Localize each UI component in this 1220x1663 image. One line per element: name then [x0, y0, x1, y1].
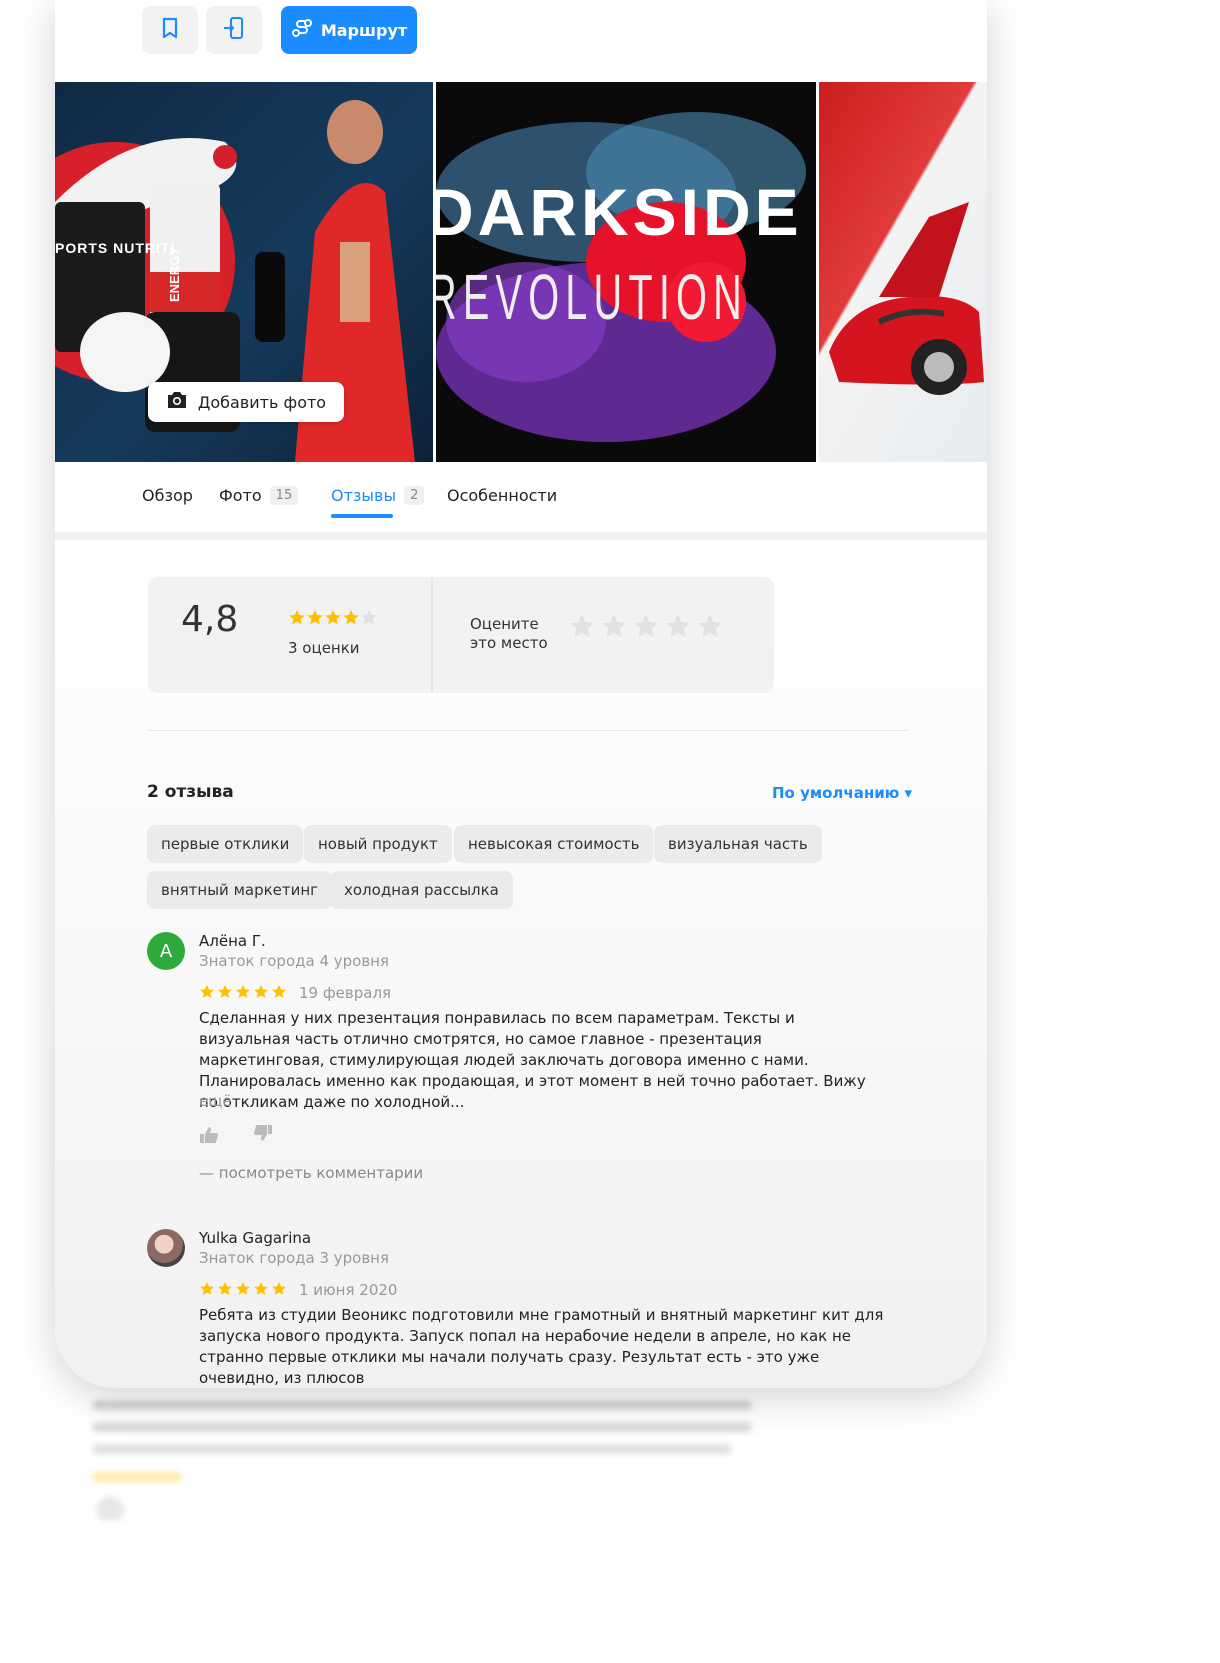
- dislike-icon[interactable]: [253, 1124, 273, 1146]
- tag-chip[interactable]: первые отклики: [147, 825, 304, 863]
- sort-dropdown[interactable]: По умолчанию ▾: [772, 784, 912, 802]
- reviewer-level: Знаток города 4 уровня: [199, 952, 390, 970]
- photo-darkside[interactable]: DARKSIDE REVOLUTION: [436, 82, 816, 462]
- review-date: 19 февраля: [299, 984, 392, 1002]
- star-icons: [289, 610, 377, 625]
- bookmark-icon: [160, 17, 180, 43]
- review-date: 1 июня 2020: [299, 1281, 398, 1299]
- photo-gallery: PORTS NUTRITI ENERGY Добавить фото DARKS…: [55, 82, 987, 462]
- avatar[interactable]: А: [147, 932, 185, 970]
- photo-subtitle-revolution: REVOLUTION: [436, 261, 748, 333]
- tab-count: 2: [404, 486, 425, 505]
- review-stars: [199, 1281, 291, 1297]
- add-photo-button[interactable]: Добавить фото: [148, 382, 344, 422]
- review-stars: [199, 984, 291, 1000]
- read-more-link[interactable]: ещё: [199, 1092, 232, 1110]
- rate-star-4-icon[interactable]: [664, 613, 692, 641]
- rate-star-1-icon[interactable]: [568, 613, 596, 641]
- review-item: А Алёна Г. Знаток города 4 уровня 19 фев…: [147, 932, 887, 1182]
- camera-icon: [166, 391, 188, 413]
- reviewer-level: Знаток города 3 уровня: [199, 1249, 390, 1267]
- tab-count: 15: [269, 486, 299, 505]
- rate-prompt: Оцените это место: [470, 615, 548, 653]
- review-text: Ребята из студии Веоникс подготовили мне…: [199, 1306, 884, 1387]
- tab-label: Фото: [219, 486, 262, 505]
- photo-title-darkside: DARKSIDE: [436, 175, 803, 249]
- tab-reviews[interactable]: Отзывы 2: [331, 486, 425, 505]
- place-card: Маршрут PORTS NUTRITI ENERGY Добавить фо…: [55, 0, 987, 1388]
- rating-summary: 4,8 3 оценки Оцените это место: [148, 577, 774, 693]
- reviewer-name[interactable]: Алёна Г.: [199, 932, 266, 950]
- tab-photos[interactable]: Фото 15: [219, 486, 299, 505]
- tab-label: Особенности: [447, 486, 558, 505]
- review-text: Сделанная у них презентация понравилась …: [199, 1009, 866, 1111]
- send-to-phone-button[interactable]: [206, 6, 262, 54]
- route-button[interactable]: Маршрут: [281, 6, 417, 54]
- photo-red-car[interactable]: [819, 82, 987, 462]
- tab-overview[interactable]: Обзор: [142, 486, 193, 505]
- rate-star-5-icon[interactable]: [696, 613, 724, 641]
- route-label: Маршрут: [320, 20, 408, 40]
- review-item: Yulka Gagarina Знаток города 3 уровня 1 …: [147, 1229, 887, 1388]
- like-icon[interactable]: [199, 1126, 219, 1148]
- active-tab-indicator: [331, 514, 393, 518]
- blurred-reflection: [92, 1400, 852, 1524]
- tab-bar: Обзор Фото 15 Отзывы 2 Особенности: [55, 462, 987, 540]
- phone-send-icon: [222, 16, 246, 44]
- divider: [431, 577, 433, 693]
- rate-star-3-icon[interactable]: [632, 613, 660, 641]
- rate-star-2-icon[interactable]: [600, 613, 628, 641]
- reviewer-name[interactable]: Yulka Gagarina: [199, 1229, 311, 1247]
- rating-value: 4,8: [181, 599, 239, 640]
- bookmark-button[interactable]: [142, 6, 198, 54]
- photo-text-2: ENERGY: [167, 247, 182, 302]
- tag-chip[interactable]: невысокая стоимость: [454, 825, 654, 863]
- tag-chip[interactable]: внятный маркетинг: [147, 871, 333, 909]
- rate-prompt-line2: это место: [470, 634, 548, 652]
- tab-label: Отзывы: [331, 486, 397, 505]
- rating-stars: [288, 609, 378, 627]
- avatar[interactable]: [147, 1229, 185, 1267]
- rate-prompt-line1: Оцените: [470, 615, 539, 633]
- tag-chip[interactable]: визуальная часть: [654, 825, 822, 863]
- rating-count: 3 оценки: [288, 639, 360, 657]
- tab-features[interactable]: Особенности: [447, 486, 557, 505]
- add-photo-label: Добавить фото: [197, 392, 327, 412]
- reviews-count-title: 2 отзыва: [147, 782, 234, 802]
- view-comments-link[interactable]: — посмотреть комментарии: [199, 1164, 423, 1182]
- photo-text: PORTS NUTRITI: [55, 240, 176, 256]
- tag-chip[interactable]: новый продукт: [304, 825, 452, 863]
- tag-chip[interactable]: холодная рассылка: [330, 871, 513, 909]
- rate-stars-input: [568, 613, 724, 641]
- star-icons: [200, 985, 286, 998]
- action-toolbar: Маршрут: [55, 0, 987, 82]
- section-divider: [148, 730, 908, 731]
- star-icons: [200, 1282, 286, 1295]
- photo-sports-nutrition[interactable]: PORTS NUTRITI ENERGY Добавить фото: [55, 82, 433, 462]
- tab-label: Обзор: [142, 486, 193, 505]
- route-icon: [291, 17, 313, 43]
